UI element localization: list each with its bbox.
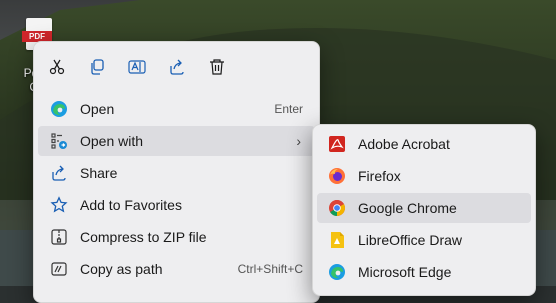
menu-item-label: Share [80, 165, 118, 181]
menu-item-label: Compress to ZIP file [80, 229, 207, 245]
menu-item-label: Add to Favorites [80, 197, 182, 213]
delete-icon [210, 59, 224, 75]
rename-icon [128, 60, 146, 74]
copy-button[interactable] [82, 54, 112, 80]
edge-icon [327, 262, 347, 282]
chevron-right-icon: › [296, 133, 301, 149]
menu-item-label: Copy as path [80, 261, 163, 277]
context-menu-toolbar [34, 54, 319, 80]
rename-button[interactable] [122, 54, 152, 80]
menu-item-copy-as-path[interactable]: Copy as path Ctrl+Shift+C [38, 254, 315, 284]
menu-item-compress-zip[interactable]: Compress to ZIP file [38, 222, 315, 252]
submenu-item-google-chrome[interactable]: Google Chrome [317, 193, 531, 223]
submenu-item-label: Google Chrome [358, 200, 457, 216]
menu-item-label: Open [80, 101, 115, 117]
submenu-item-adobe-acrobat[interactable]: Adobe Acrobat [317, 129, 531, 159]
submenu-item-label: LibreOffice Draw [358, 232, 463, 248]
menu-item-share[interactable]: Share [38, 158, 315, 188]
menu-item-open[interactable]: Open Enter [38, 94, 315, 124]
share-icon [49, 163, 69, 183]
submenu-item-libreoffice-draw[interactable]: LibreOffice Draw [317, 225, 531, 255]
open-with-submenu: Adobe Acrobat Firefox Google Chrome Libr… [312, 124, 536, 296]
zip-icon [49, 227, 69, 247]
menu-item-open-with[interactable]: Open with › [38, 126, 315, 156]
open-with-icon [49, 131, 69, 151]
submenu-item-firefox[interactable]: Firefox [317, 161, 531, 191]
copy-path-icon [49, 259, 69, 279]
delete-button[interactable] [202, 54, 232, 80]
submenu-item-label: Microsoft Edge [358, 264, 452, 280]
submenu-item-label: Adobe Acrobat [358, 136, 450, 152]
context-menu: Open Enter Open with › Share Add to Favo… [33, 41, 320, 303]
cut-icon [49, 59, 65, 75]
submenu-item-microsoft-edge[interactable]: Microsoft Edge [317, 257, 531, 287]
share-button[interactable] [162, 54, 192, 80]
menu-item-accelerator: Enter [274, 102, 303, 116]
menu-item-add-to-favorites[interactable]: Add to Favorites [38, 190, 315, 220]
share-icon [170, 59, 184, 75]
adobe-acrobat-icon [327, 134, 347, 154]
star-icon [49, 195, 69, 215]
edge-icon [49, 99, 69, 119]
menu-item-accelerator: Ctrl+Shift+C [237, 262, 303, 276]
libreoffice-draw-icon [327, 230, 347, 250]
copy-icon [91, 59, 104, 75]
cut-button[interactable] [42, 54, 72, 80]
submenu-item-label: Firefox [358, 168, 401, 184]
chrome-icon [327, 198, 347, 218]
menu-item-label: Open with [80, 133, 144, 149]
firefox-icon [327, 166, 347, 186]
